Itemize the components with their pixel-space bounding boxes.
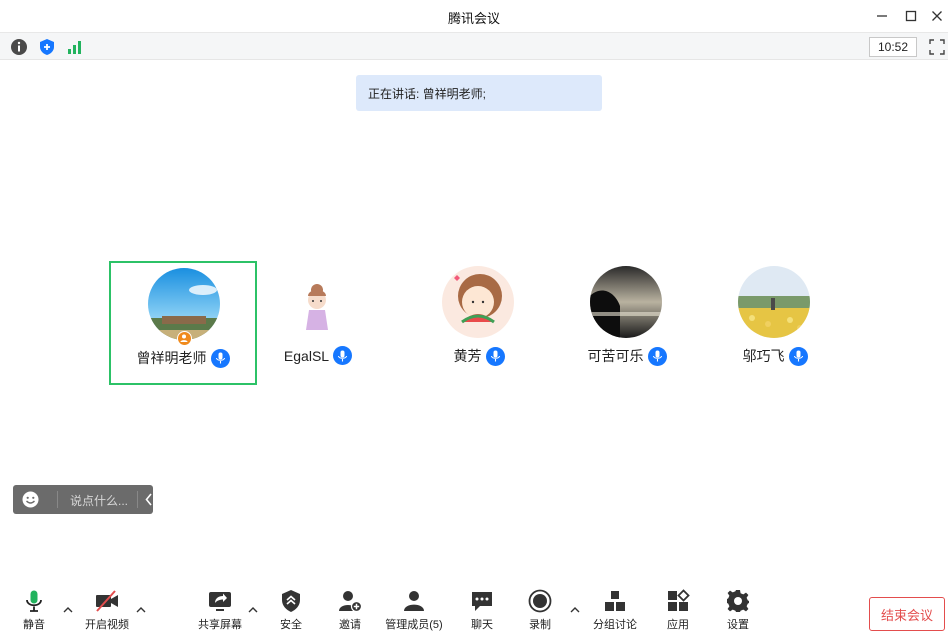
title-bar: 腾讯会议 [0,0,948,32]
breakout-rooms-icon [605,591,625,611]
fullscreen-button[interactable] [928,38,946,56]
share-screen-button[interactable]: 共享屏幕 [190,589,250,633]
security-button[interactable]: 安全 [261,589,321,633]
gear-icon [727,590,749,612]
participant-name: EgalSL [283,347,330,364]
meeting-toolbar: 静音 开启视频 共享屏幕 安全 邀请 管理成员(5) 聊天 录制 分组讨论 应用 [0,585,948,634]
emoji-icon[interactable] [21,490,40,509]
avatar [281,266,353,338]
avatar [442,266,514,338]
record-button[interactable]: 录制 [510,589,570,633]
microphone-icon [485,346,505,366]
record-icon [528,589,552,613]
shield-icon [40,39,54,55]
share-options-chevron-up-icon[interactable] [247,605,259,615]
start-video-button[interactable]: 开启视频 [77,589,137,633]
record-options-chevron-up-icon[interactable] [569,605,581,615]
network-status-button[interactable] [66,38,84,56]
meeting-info-bar: 10:52 [0,32,948,60]
video-options-chevron-up-icon[interactable] [135,605,147,615]
chat-quick-input[interactable]: 说点什么... [13,485,153,514]
close-button[interactable] [925,6,948,26]
microphone-icon [333,346,353,365]
microphone-icon [788,346,808,366]
security-status-button[interactable] [38,38,56,56]
participant-tile[interactable]: 曾祥明老师 [109,261,257,385]
participant-tile[interactable]: EgalSL [244,261,392,385]
apps-button[interactable]: 应用 [648,589,708,633]
participant-name: 可苦可乐 [587,348,644,364]
microphone-icon [647,346,667,366]
microphone-icon [210,348,230,368]
manage-members-label: 管理成员(5) [385,619,443,631]
maximize-button[interactable] [899,6,923,26]
host-badge-icon [177,331,192,346]
settings-button[interactable]: 设置 [708,589,768,633]
add-user-icon [339,591,362,613]
mute-label: 静音 [23,619,45,631]
participant-tile[interactable]: 黄芳 [405,261,553,385]
apps-grid-icon [668,589,690,611]
manage-members-button[interactable]: 管理成员(5) [384,589,444,633]
mute-button[interactable]: 静音 [4,589,64,633]
record-label: 录制 [529,619,551,631]
minimize-icon [877,15,887,17]
settings-label: 设置 [727,619,749,631]
divider [57,491,58,508]
apps-label: 应用 [667,619,689,631]
end-meeting-button[interactable]: 结束会议 [869,597,945,631]
chat-placeholder[interactable]: 说点什么... [70,492,128,509]
participant-name-row: 可苦可乐 [553,346,701,366]
breakout-rooms-button[interactable]: 分组讨论 [585,589,645,633]
window-title: 腾讯会议 [447,11,500,26]
share-screen-icon [209,592,231,611]
chat-label: 聊天 [471,619,493,631]
maximize-icon [905,10,917,22]
start-video-label: 开启视频 [85,619,129,631]
participant-name: 黄芳 [453,348,482,364]
microphone-icon [26,590,42,612]
chat-button[interactable]: 聊天 [452,589,512,633]
avatar [590,266,662,338]
avatar [148,268,220,340]
participant-name-row: EgalSL [244,346,392,365]
invite-label: 邀请 [339,619,361,631]
shield-icon [282,590,300,612]
participant-name-row: 黄芳 [405,346,553,366]
breakout-rooms-label: 分组讨论 [593,619,637,631]
meeting-info-button[interactable] [10,38,28,56]
participant-name: 邬巧飞 [742,348,785,364]
participant-name-row: 邬巧飞 [701,346,849,366]
collapse-chevron-icon[interactable] [144,492,154,507]
share-screen-label: 共享屏幕 [198,619,242,631]
members-icon [404,591,424,611]
minimize-button[interactable] [870,6,894,26]
divider [137,491,138,508]
participant-name-row: 曾祥明老师 [111,348,255,368]
speaking-indicator: 正在讲话: 曾祥明老师; [356,75,602,111]
signal-bars-icon [68,41,81,54]
video-off-icon [96,590,118,612]
info-icon [11,39,27,55]
participant-name: 曾祥明老师 [136,350,207,366]
audio-options-chevron-up-icon[interactable] [62,605,74,615]
invite-button[interactable]: 邀请 [320,589,380,633]
participant-tile[interactable]: 邬巧飞 [701,261,849,385]
avatar [738,266,810,338]
close-icon [932,11,942,21]
meeting-clock: 10:52 [869,37,917,57]
security-label: 安全 [280,619,302,631]
chat-bubble-icon [472,592,492,611]
participant-tile[interactable]: 可苦可乐 [553,261,701,385]
fullscreen-icon [929,39,945,55]
